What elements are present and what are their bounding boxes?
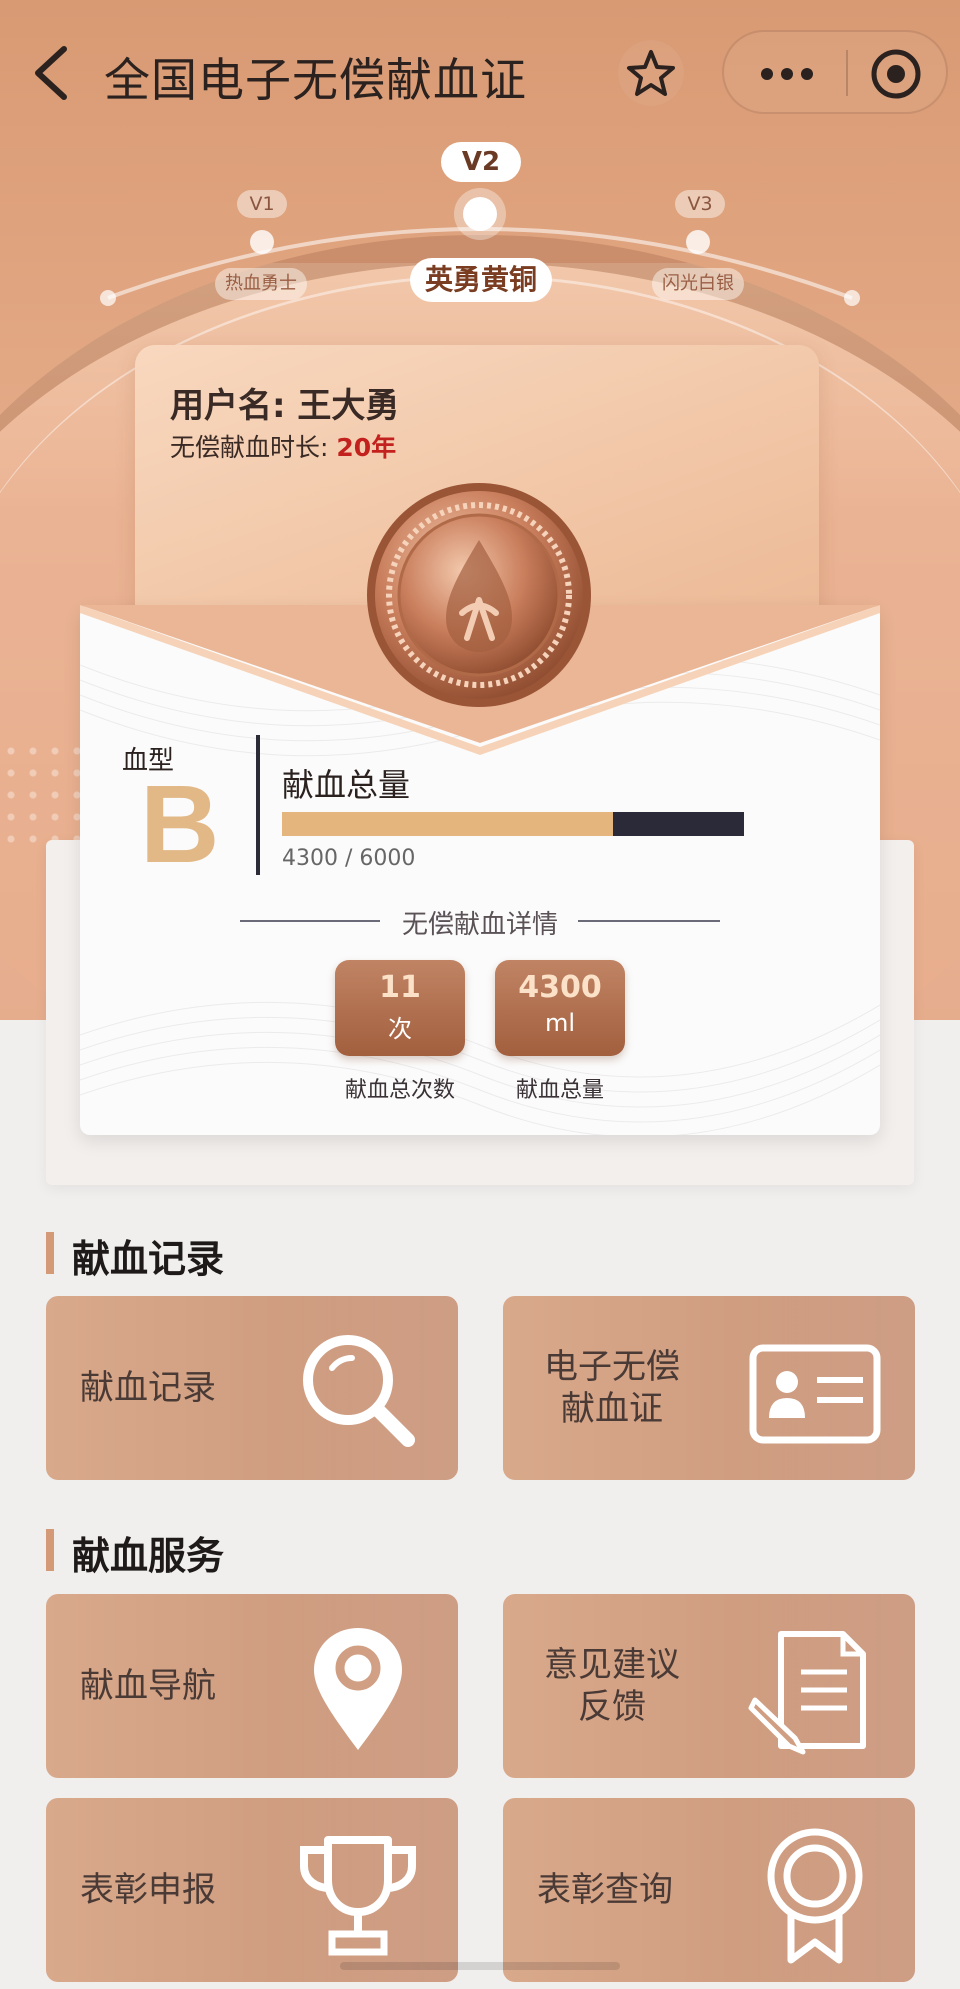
current-level-code: V2 [441, 142, 521, 182]
tile-label: 意见建议反馈 [544, 1644, 680, 1728]
donation-count-value: 11 [379, 970, 421, 1005]
tile-label: 电子无偿献血证 [544, 1346, 680, 1430]
id-card-icon [749, 1344, 881, 1444]
tile-donation-navigation[interactable]: 献血导航 [46, 1594, 458, 1778]
home-indicator [340, 1962, 620, 1970]
mini-program-capsule [722, 30, 948, 114]
volume-progress-bar [282, 812, 744, 836]
volume-progress-text: 4300 / 6000 [282, 846, 416, 871]
donation-duration: 无偿献血时长: 20年 [170, 428, 396, 464]
tile-donation-records[interactable]: 献血记录 [46, 1296, 458, 1480]
next-level-name: 闪光白银 [652, 268, 744, 300]
tile-label: 表彰申报 [80, 1869, 216, 1910]
document-pen-icon [748, 1631, 866, 1755]
tile-label: 表彰查询 [537, 1869, 673, 1910]
user-name: 用户名: 王大勇 [170, 386, 400, 426]
prev-level-code: V1 [237, 190, 287, 218]
location-pin-icon [314, 1628, 402, 1750]
donation-volume-box: 4300 ml [495, 960, 625, 1056]
donation-count-unit: 次 [388, 1015, 412, 1043]
tile-electronic-certificate[interactable]: 电子无偿献血证 [503, 1296, 915, 1480]
page-title: 全国电子无偿献血证 [104, 53, 527, 107]
donation-volume-unit: ml [544, 1009, 576, 1037]
magnifier-icon [303, 1335, 415, 1447]
donation-detail-title: 无偿献血详情 [401, 910, 558, 940]
more-options-icon[interactable] [754, 54, 820, 94]
donation-volume-value: 4300 [518, 970, 602, 1005]
donation-count-box: 11 次 [335, 960, 465, 1056]
tile-label: 献血导航 [80, 1665, 216, 1706]
award-ribbon-icon [767, 1828, 863, 1964]
bronze-medal-icon [367, 483, 591, 707]
donation-volume-label: 献血总量 [515, 1078, 604, 1103]
tile-award-inquiry[interactable]: 表彰查询 [503, 1798, 915, 1982]
tile-feedback[interactable]: 意见建议反馈 [503, 1594, 915, 1778]
favorite-star-icon[interactable] [618, 40, 684, 106]
blood-type-value: B [140, 763, 220, 886]
duration-value: 20年 [336, 433, 397, 462]
duration-label: 无偿献血时长: [170, 433, 329, 462]
volume-progress-fill [282, 812, 614, 836]
section-title-records: 献血记录 [46, 1228, 224, 1283]
back-arrow-icon[interactable] [30, 45, 74, 101]
decorative-dots [0, 740, 80, 850]
tile-label: 献血记录 [80, 1367, 216, 1408]
tile-award-application[interactable]: 表彰申报 [46, 1798, 458, 1982]
next-level-code: V3 [675, 190, 725, 218]
section-title-services: 献血服务 [46, 1525, 224, 1580]
donation-count-label: 献血总次数 [344, 1078, 455, 1103]
current-level-name: 英勇黄铜 [410, 258, 552, 302]
trophy-icon [300, 1836, 416, 1956]
capsule-divider [846, 50, 848, 96]
close-target-icon[interactable] [870, 48, 922, 100]
total-volume-label: 献血总量 [282, 766, 411, 804]
navigation-bar: 全国电子无偿献血证 [0, 0, 960, 150]
blood-type-divider [256, 735, 260, 875]
prev-level-name: 热血勇士 [215, 268, 307, 300]
